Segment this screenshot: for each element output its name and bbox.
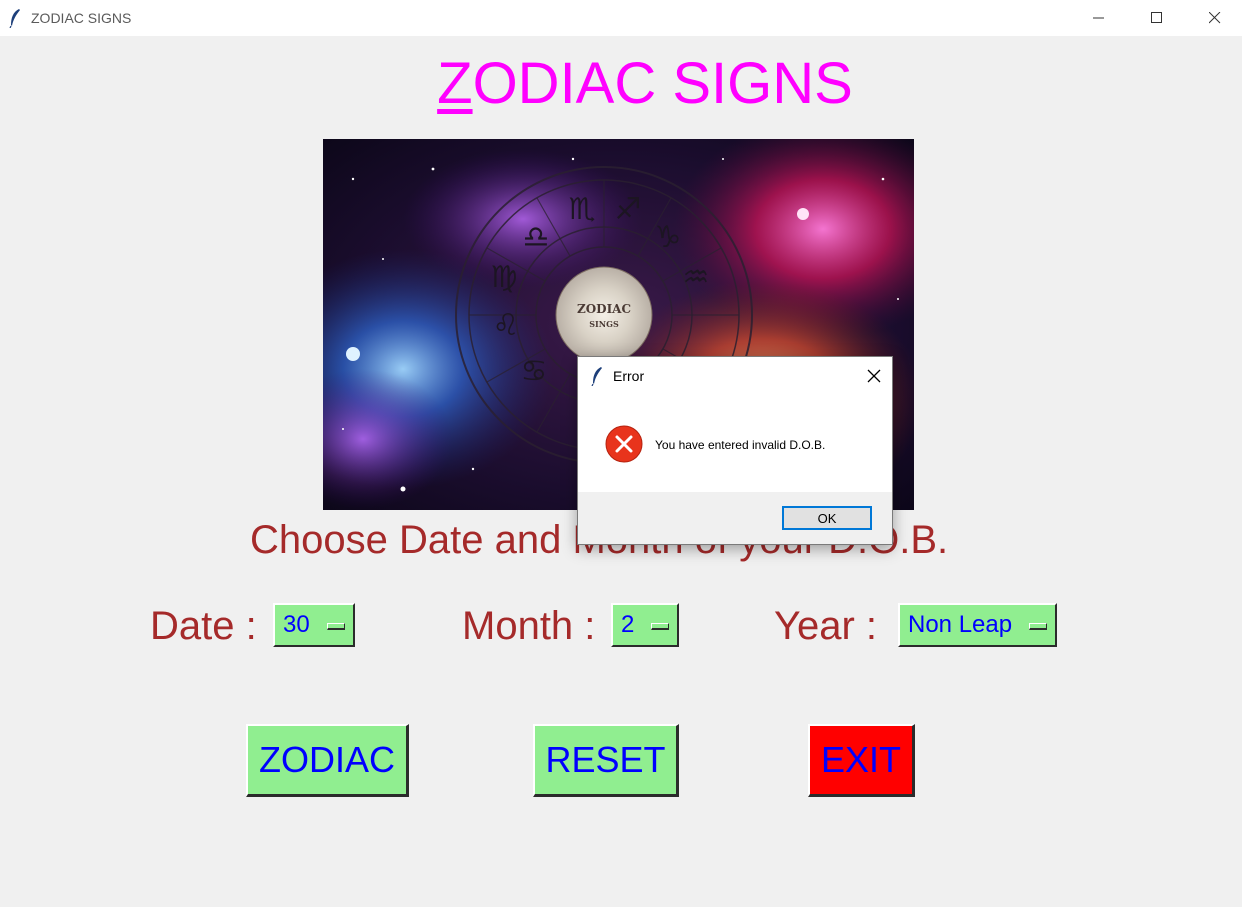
svg-text:♎: ♎ [523, 220, 550, 255]
error-x-icon [605, 425, 643, 463]
svg-text:♋: ♋ [521, 354, 548, 389]
exit-button[interactable]: EXIT [808, 724, 915, 797]
svg-text:♍: ♍ [491, 260, 518, 295]
date-select[interactable]: 30 [273, 603, 355, 647]
feather-icon [591, 367, 602, 386]
dropdown-indicator-icon [1029, 623, 1047, 630]
page-title: ZODIAC SIGNS [0, 50, 1242, 117]
error-dialog[interactable]: Error You have entered invalid D.O.B. OK [577, 356, 893, 545]
close-icon [1209, 12, 1221, 24]
close-button[interactable] [1186, 0, 1242, 36]
dialog-footer: OK [578, 492, 892, 544]
dropdown-indicator-icon [327, 623, 345, 630]
dialog-message: You have entered invalid D.O.B. [655, 438, 826, 452]
date-label: Date : [150, 604, 257, 648]
svg-text:♒: ♒ [683, 260, 710, 295]
minimize-icon [1093, 17, 1104, 19]
feather-icon [9, 9, 20, 28]
month-select[interactable]: 2 [611, 603, 679, 647]
zodiac-button[interactable]: ZODIAC [246, 724, 409, 797]
title-rest: ODIAC SIGNS [472, 51, 853, 116]
title-underlined-letter: Z [437, 51, 473, 116]
svg-text:♐: ♐ [615, 192, 642, 227]
minimize-button[interactable] [1070, 0, 1128, 36]
dropdown-indicator-icon [651, 623, 669, 630]
banner-caption-1: ZODIAC [577, 302, 631, 316]
year-label: Year : [774, 604, 878, 648]
dialog-title: Error [613, 368, 645, 384]
month-value: 2 [621, 611, 635, 638]
window-titlebar[interactable]: ZODIAC SIGNS [0, 0, 1242, 36]
maximize-button[interactable] [1128, 0, 1186, 36]
year-value: Non Leap [908, 611, 1013, 638]
svg-text:♏: ♏ [569, 192, 596, 227]
date-value: 30 [283, 611, 310, 638]
year-select[interactable]: Non Leap [898, 603, 1057, 647]
reset-button[interactable]: RESET [533, 724, 679, 797]
banner-caption-2: SINGS [589, 319, 619, 329]
svg-text:♑: ♑ [655, 220, 682, 255]
maximize-icon [1151, 12, 1162, 23]
close-icon [867, 369, 881, 383]
ok-button[interactable]: OK [782, 506, 872, 530]
dialog-close-button[interactable] [864, 366, 884, 386]
window-title: ZODIAC SIGNS [31, 10, 132, 26]
svg-text:♌: ♌ [493, 308, 520, 343]
month-label: Month : [462, 604, 596, 648]
